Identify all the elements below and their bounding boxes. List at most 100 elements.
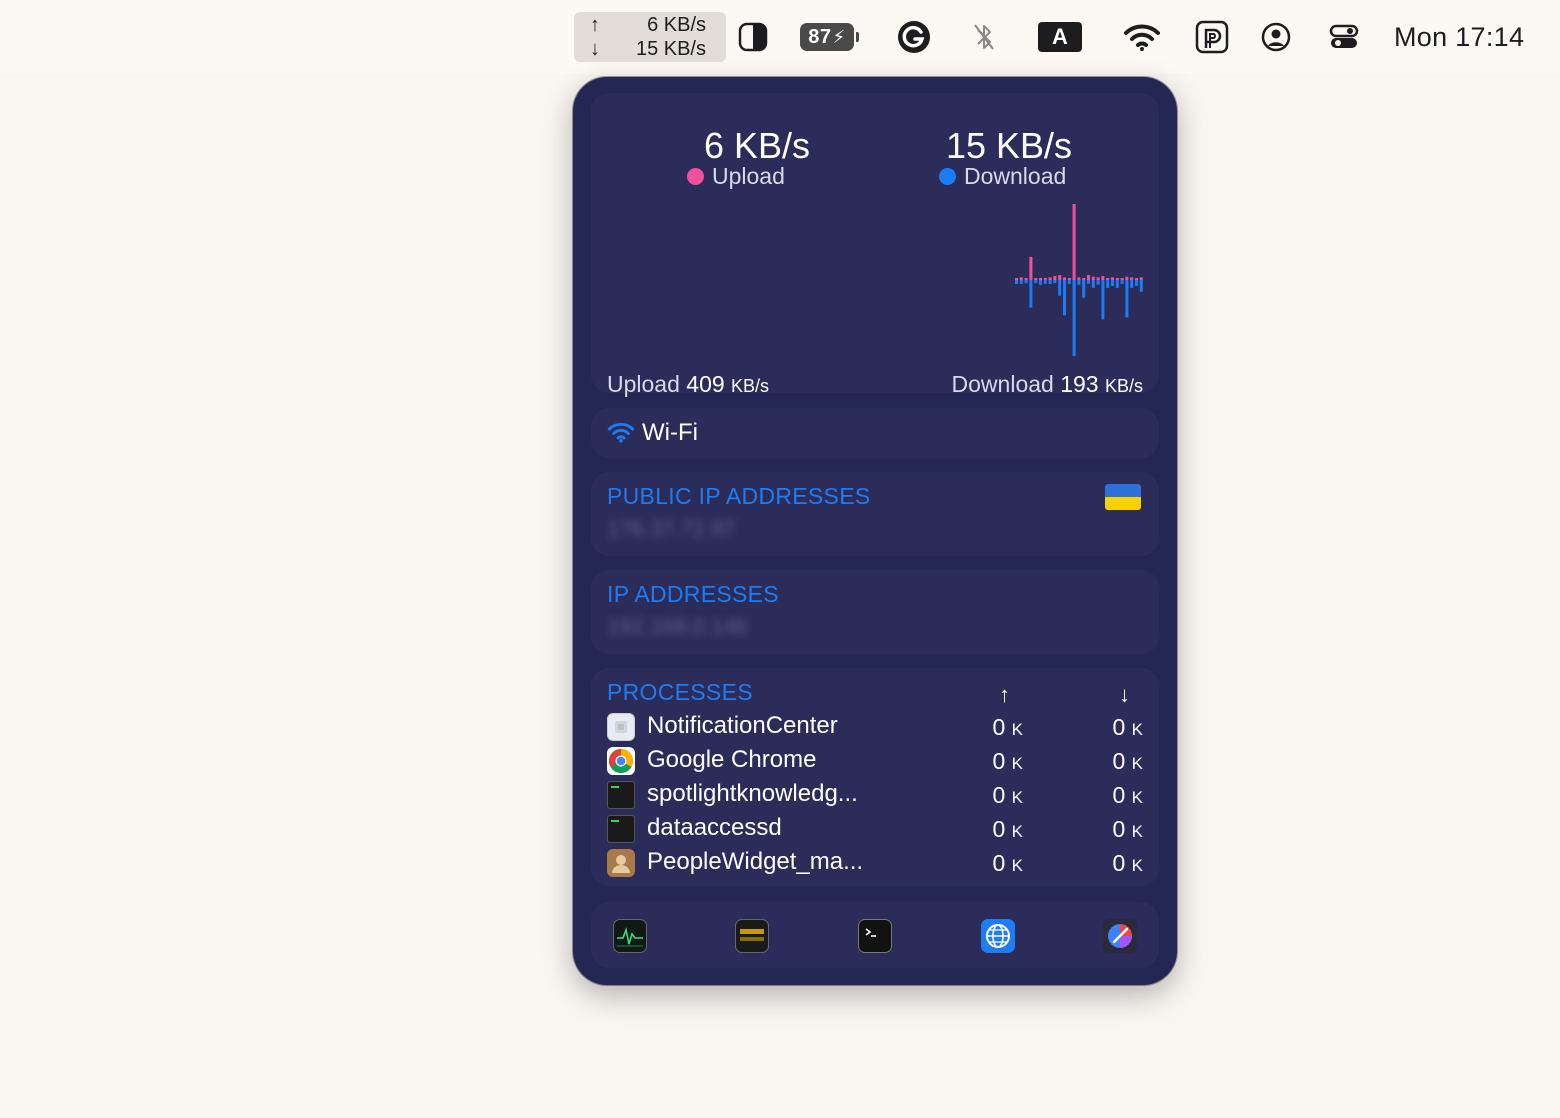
peak-download-value: 193 — [1060, 371, 1099, 397]
bluetooth-off-icon[interactable] — [968, 0, 1000, 74]
process-row[interactable]: Google Chrome 0 K 0 K — [607, 744, 1143, 778]
terminal-exec-icon — [607, 815, 635, 843]
download-bar — [1125, 280, 1129, 318]
grammarly-icon[interactable] — [896, 0, 932, 74]
download-bar — [1053, 280, 1057, 284]
activity-monitor-icon[interactable] — [613, 919, 647, 953]
contrast-icon[interactable] — [736, 0, 770, 74]
wireless-diagnostics-icon[interactable] — [1103, 919, 1137, 953]
upload-bar — [1015, 278, 1018, 280]
upload-bar — [1087, 275, 1090, 280]
upload-bar — [1029, 256, 1033, 280]
upload-bar — [1067, 278, 1071, 280]
download-bar — [1024, 280, 1028, 284]
upload-bar — [1077, 277, 1081, 280]
user-icon[interactable] — [1260, 0, 1292, 74]
ukraine-flag-icon — [1105, 484, 1141, 510]
upload-bar — [1120, 278, 1124, 280]
peak-upload: Upload 409 KB/s — [607, 371, 769, 398]
download-bar — [1015, 280, 1018, 284]
upload-bar — [1139, 277, 1143, 280]
process-download: 0 K — [1112, 748, 1143, 774]
download-bar — [1139, 280, 1143, 292]
terminal-exec-icon — [607, 781, 635, 809]
menu-bar: ↑ 6 KB/s ↓ 15 KB/s 87 ⚡ A Mon 17:14 — [0, 0, 1560, 74]
process-download: 0 K — [1112, 816, 1143, 842]
upload-bar — [1125, 276, 1129, 280]
peak-upload-unit: KB/s — [731, 376, 770, 396]
network-popover: 6 KB/s Upload 15 KB/s Download Upload 40… — [573, 77, 1177, 985]
upload-bar — [1039, 278, 1042, 280]
download-bar — [1072, 280, 1076, 356]
upload-bar — [1135, 278, 1138, 280]
upload-bar — [1111, 277, 1114, 280]
app-shortcuts-bar — [591, 902, 1159, 968]
upload-bar — [1058, 275, 1062, 280]
upload-bar — [1043, 278, 1047, 280]
download-bar — [1096, 280, 1100, 285]
arrow-up-icon: ↑ — [590, 13, 600, 36]
process-upload: 0 K — [992, 782, 1023, 808]
contacts-icon — [607, 849, 635, 877]
process-row[interactable]: NotificationCenter 0 K 0 K — [607, 710, 1143, 744]
public-ip-title: PUBLIC IP ADDRESSES — [607, 483, 871, 509]
download-bar — [1034, 280, 1038, 284]
download-bar — [1130, 280, 1134, 288]
traffic-chart — [1015, 204, 1143, 356]
ip-title: IP ADDRESSES — [607, 581, 779, 607]
battery-charging-icon[interactable]: 87 ⚡ — [800, 23, 854, 51]
upload-bar — [1091, 276, 1095, 280]
console-icon[interactable] — [735, 919, 769, 953]
arrow-down-icon: ↓ — [590, 37, 600, 60]
terminal-icon[interactable] — [858, 919, 892, 953]
speed-card: 6 KB/s Upload 15 KB/s Download Upload 40… — [591, 93, 1159, 397]
download-bar — [1087, 280, 1090, 284]
download-bar — [1101, 280, 1105, 320]
menu-bar-clock[interactable]: Mon 17:14 — [1394, 0, 1524, 74]
ip-value[interactable]: 192.168.0.146 — [607, 614, 748, 640]
net-up-row: ↑ 6 KB/s — [590, 13, 706, 37]
control-center-icon[interactable] — [1328, 0, 1360, 74]
download-bar — [1058, 280, 1062, 296]
download-bar — [1111, 280, 1114, 286]
process-download: 0 K — [1112, 782, 1143, 808]
download-bar — [1067, 280, 1071, 284]
download-bar — [1077, 280, 1081, 285]
download-bar — [1082, 280, 1086, 298]
upload-bar — [1019, 277, 1023, 280]
input-source-icon[interactable]: A — [1038, 0, 1082, 74]
process-row[interactable]: PeopleWidget_ma... 0 K 0 K — [607, 846, 1143, 880]
process-download: 0 K — [1112, 714, 1143, 740]
process-upload: 0 K — [992, 748, 1023, 774]
download-bar — [1115, 280, 1119, 288]
upload-bar — [1048, 277, 1052, 280]
pasta-icon[interactable] — [1194, 0, 1230, 74]
wifi-icon[interactable] — [1122, 0, 1162, 74]
download-bar — [1043, 280, 1047, 284]
download-bar — [1120, 280, 1124, 284]
download-bar — [1091, 280, 1095, 288]
process-name: dataaccessd — [647, 814, 782, 841]
download-column-icon: ↓ — [1119, 682, 1130, 707]
download-bar — [1106, 280, 1110, 288]
download-bar — [1063, 280, 1066, 316]
network-utility-icon[interactable] — [981, 919, 1015, 953]
process-row[interactable]: spotlightknowledg... 0 K 0 K — [607, 778, 1143, 812]
wifi-label: Wi-Fi — [642, 419, 698, 446]
upload-bar — [1115, 278, 1119, 280]
battery-level: 87 — [808, 25, 832, 48]
upload-bar — [1082, 278, 1086, 280]
process-name: NotificationCenter — [647, 712, 838, 739]
battery-tip — [856, 32, 859, 42]
notification-center-icon — [607, 713, 635, 741]
peak-upload-label: Upload — [607, 371, 680, 397]
upload-bar — [1106, 278, 1110, 280]
upload-bar — [1072, 204, 1076, 280]
wifi-row[interactable]: Wi-Fi — [591, 408, 1159, 458]
upload-bar — [1101, 276, 1105, 280]
public-ip-value[interactable]: 176.37.72.97 — [607, 516, 735, 542]
download-bar — [1135, 280, 1138, 286]
peak-download: Download 193 KB/s — [952, 371, 1143, 398]
network-speed-widget[interactable]: ↑ 6 KB/s ↓ 15 KB/s — [574, 12, 726, 62]
process-row[interactable]: dataaccessd 0 K 0 K — [607, 812, 1143, 846]
